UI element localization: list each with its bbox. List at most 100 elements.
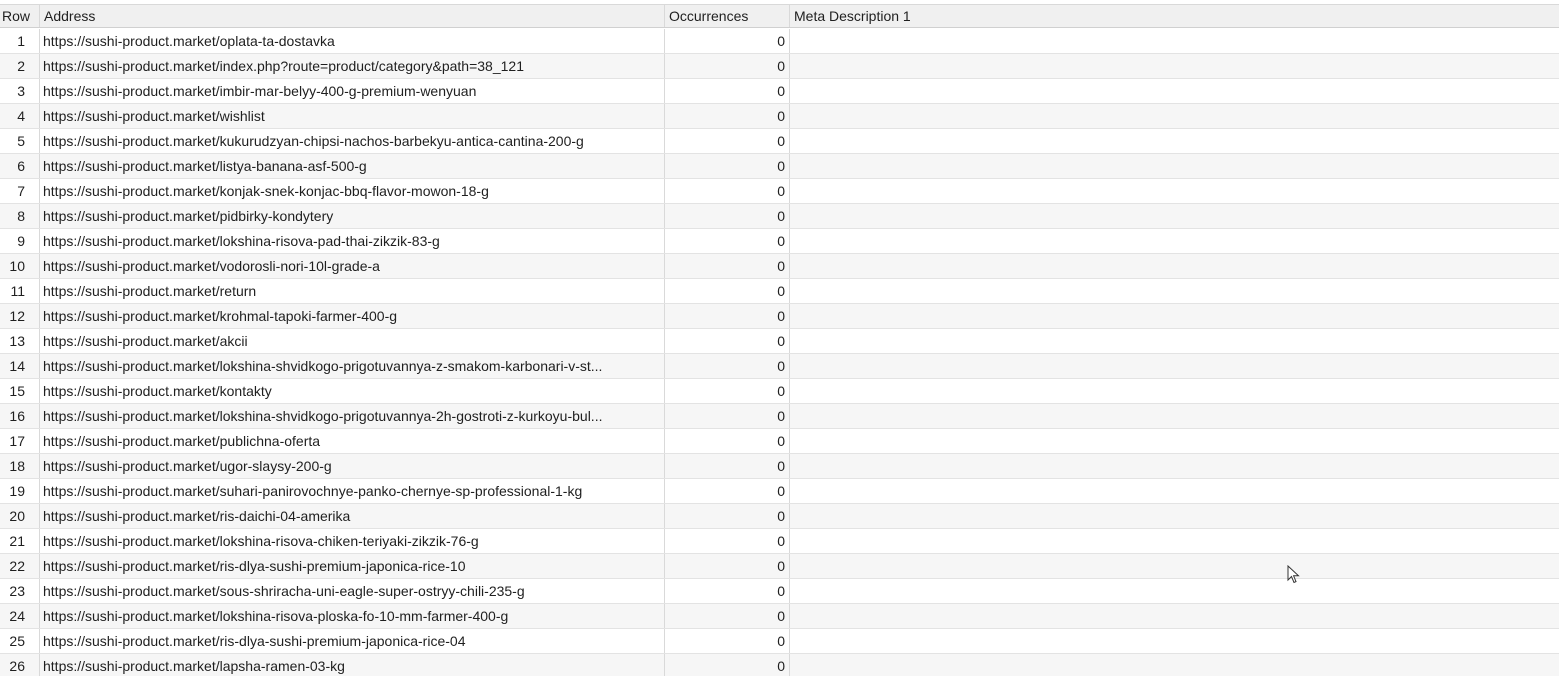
row-number-cell[interactable]: 3 (0, 79, 40, 103)
meta-description-cell[interactable] (790, 129, 1559, 153)
address-cell[interactable]: https://sushi-product.market/ris-dlya-su… (40, 554, 665, 578)
meta-description-cell[interactable] (790, 404, 1559, 428)
row-number-cell[interactable]: 18 (0, 454, 40, 478)
column-header-occurrences[interactable]: Occurrences (665, 5, 790, 27)
address-cell[interactable]: https://sushi-product.market/lokshina-ri… (40, 604, 665, 628)
occurrences-cell[interactable]: 0 (665, 354, 790, 378)
meta-description-cell[interactable] (790, 454, 1559, 478)
table-row[interactable]: 7 https://sushi-product.market/konjak-sne… (0, 179, 1559, 204)
occurrences-cell[interactable]: 0 (665, 179, 790, 203)
occurrences-cell[interactable]: 0 (665, 454, 790, 478)
occurrences-cell[interactable]: 0 (665, 504, 790, 528)
row-number-cell[interactable]: 13 (0, 329, 40, 353)
meta-description-cell[interactable] (790, 654, 1559, 676)
occurrences-cell[interactable]: 0 (665, 329, 790, 353)
occurrences-cell[interactable]: 0 (665, 229, 790, 253)
meta-description-cell[interactable] (790, 204, 1559, 228)
row-number-cell[interactable]: 5 (0, 129, 40, 153)
occurrences-cell[interactable]: 0 (665, 29, 790, 53)
address-cell[interactable]: https://sushi-product.market/oplata-ta-d… (40, 29, 665, 53)
occurrences-cell[interactable]: 0 (665, 79, 790, 103)
occurrences-cell[interactable]: 0 (665, 654, 790, 676)
table-row[interactable]: 3 https://sushi-product.market/imbir-mar-… (0, 79, 1559, 104)
meta-description-cell[interactable] (790, 254, 1559, 278)
meta-description-cell[interactable] (790, 629, 1559, 653)
meta-description-cell[interactable] (790, 529, 1559, 553)
meta-description-cell[interactable] (790, 29, 1559, 53)
meta-description-cell[interactable] (790, 304, 1559, 328)
table-row[interactable]: 8 https://sushi-product.market/pidbirky-k… (0, 204, 1559, 229)
row-number-cell[interactable]: 21 (0, 529, 40, 553)
row-number-cell[interactable]: 22 (0, 554, 40, 578)
table-row[interactable]: 25 https://sushi-product.market/ris-dlya-… (0, 629, 1559, 654)
occurrences-cell[interactable]: 0 (665, 279, 790, 303)
row-number-cell[interactable]: 10 (0, 254, 40, 278)
occurrences-cell[interactable]: 0 (665, 629, 790, 653)
row-number-cell[interactable]: 20 (0, 504, 40, 528)
meta-description-cell[interactable] (790, 279, 1559, 303)
meta-description-cell[interactable] (790, 579, 1559, 603)
row-number-cell[interactable]: 7 (0, 179, 40, 203)
meta-description-cell[interactable] (790, 154, 1559, 178)
address-cell[interactable]: https://sushi-product.market/ugor-slaysy… (40, 454, 665, 478)
occurrences-cell[interactable]: 0 (665, 429, 790, 453)
meta-description-cell[interactable] (790, 554, 1559, 578)
table-row[interactable]: 26 https://sushi-product.market/lapsha-ra… (0, 654, 1559, 676)
table-row[interactable]: 17 https://sushi-product.market/publichna… (0, 429, 1559, 454)
table-row[interactable]: 19 https://sushi-product.market/suhari-pa… (0, 479, 1559, 504)
row-number-cell[interactable]: 2 (0, 54, 40, 78)
table-row[interactable]: 9 https://sushi-product.market/lokshina-r… (0, 229, 1559, 254)
table-row[interactable]: 6 https://sushi-product.market/listya-ban… (0, 154, 1559, 179)
row-number-cell[interactable]: 15 (0, 379, 40, 403)
row-number-cell[interactable]: 8 (0, 204, 40, 228)
row-number-cell[interactable]: 24 (0, 604, 40, 628)
row-number-cell[interactable]: 17 (0, 429, 40, 453)
table-row[interactable]: 24 https://sushi-product.market/lokshina-… (0, 604, 1559, 629)
row-number-cell[interactable]: 14 (0, 354, 40, 378)
table-row[interactable]: 21 https://sushi-product.market/lokshina-… (0, 529, 1559, 554)
meta-description-cell[interactable] (790, 354, 1559, 378)
address-cell[interactable]: https://sushi-product.market/krohmal-tap… (40, 304, 665, 328)
occurrences-cell[interactable]: 0 (665, 104, 790, 128)
occurrences-cell[interactable]: 0 (665, 479, 790, 503)
occurrences-cell[interactable]: 0 (665, 529, 790, 553)
address-cell[interactable]: https://sushi-product.market/imbir-mar-b… (40, 79, 665, 103)
address-cell[interactable]: https://sushi-product.market/index.php?r… (40, 54, 665, 78)
row-number-cell[interactable]: 1 (0, 29, 40, 53)
address-cell[interactable]: https://sushi-product.market/publichna-o… (40, 429, 665, 453)
address-cell[interactable]: https://sushi-product.market/lokshina-sh… (40, 354, 665, 378)
table-row[interactable]: 13 https://sushi-product.market/akcii 0 (0, 329, 1559, 354)
meta-description-cell[interactable] (790, 504, 1559, 528)
meta-description-cell[interactable] (790, 379, 1559, 403)
occurrences-cell[interactable]: 0 (665, 304, 790, 328)
table-row[interactable]: 20 https://sushi-product.market/ris-daich… (0, 504, 1559, 529)
row-number-cell[interactable]: 16 (0, 404, 40, 428)
table-row[interactable]: 18 https://sushi-product.market/ugor-slay… (0, 454, 1559, 479)
address-cell[interactable]: https://sushi-product.market/vodorosli-n… (40, 254, 665, 278)
address-cell[interactable]: https://sushi-product.market/return (40, 279, 665, 303)
address-cell[interactable]: https://sushi-product.market/listya-bana… (40, 154, 665, 178)
occurrences-cell[interactable]: 0 (665, 579, 790, 603)
occurrences-cell[interactable]: 0 (665, 379, 790, 403)
table-row[interactable]: 22 https://sushi-product.market/ris-dlya-… (0, 554, 1559, 579)
row-number-cell[interactable]: 26 (0, 654, 40, 676)
address-cell[interactable]: https://sushi-product.market/kontakty (40, 379, 665, 403)
row-number-cell[interactable]: 23 (0, 579, 40, 603)
occurrences-cell[interactable]: 0 (665, 254, 790, 278)
occurrences-cell[interactable]: 0 (665, 154, 790, 178)
meta-description-cell[interactable] (790, 229, 1559, 253)
row-number-cell[interactable]: 19 (0, 479, 40, 503)
occurrences-cell[interactable]: 0 (665, 404, 790, 428)
address-cell[interactable]: https://sushi-product.market/ris-daichi-… (40, 504, 665, 528)
table-row[interactable]: 12 https://sushi-product.market/krohmal-t… (0, 304, 1559, 329)
row-number-cell[interactable]: 6 (0, 154, 40, 178)
column-header-row[interactable]: Row (0, 5, 40, 27)
row-number-cell[interactable]: 25 (0, 629, 40, 653)
column-header-meta-description[interactable]: Meta Description 1 (790, 5, 1559, 27)
table-row[interactable]: 1 https://sushi-product.market/oplata-ta-… (0, 29, 1559, 54)
occurrences-cell[interactable]: 0 (665, 604, 790, 628)
table-row[interactable]: 14 https://sushi-product.market/lokshina-… (0, 354, 1559, 379)
address-cell[interactable]: https://sushi-product.market/kukurudzyan… (40, 129, 665, 153)
meta-description-cell[interactable] (790, 79, 1559, 103)
address-cell[interactable]: https://sushi-product.market/akcii (40, 329, 665, 353)
